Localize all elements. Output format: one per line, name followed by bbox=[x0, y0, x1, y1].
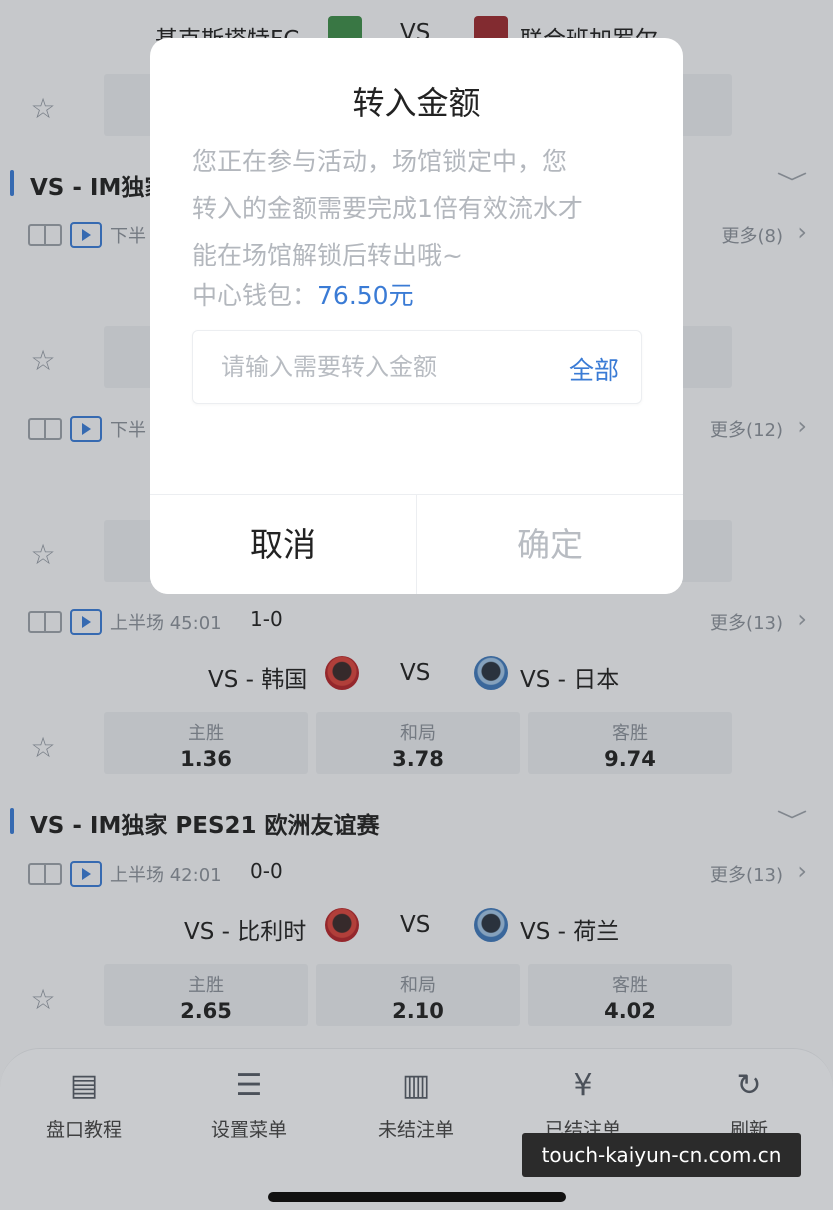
transfer-dialog: 转入金额 您正在参与活动，场馆锁定中，您 转入的金额需要完成1倍有效流水才 能在… bbox=[150, 38, 683, 594]
dialog-buttons: 取消 确定 bbox=[150, 494, 683, 594]
amount-input[interactable] bbox=[221, 331, 541, 403]
confirm-button[interactable]: 确定 bbox=[417, 495, 683, 594]
watermark: touch-kaiyun-cn.com.cn bbox=[522, 1133, 801, 1177]
notice-line: 能在场馆解锁后转出哦~ bbox=[192, 241, 463, 270]
home-indicator[interactable] bbox=[268, 1192, 566, 1202]
cancel-button[interactable]: 取消 bbox=[150, 495, 416, 594]
notice-line: 转入的金额需要完成1倍有效流水才 bbox=[192, 194, 583, 223]
all-amount-button[interactable]: 全部 bbox=[569, 351, 619, 387]
wallet-label: 中心钱包： bbox=[192, 281, 318, 310]
wallet-amount: 76.50元 bbox=[317, 281, 414, 310]
notice-line: 您正在参与活动，场馆锁定中，您 bbox=[192, 147, 568, 176]
amount-input-box: 全部 bbox=[192, 330, 642, 404]
wallet-balance: 中心钱包：76.50元 bbox=[192, 276, 414, 312]
lock-notice: 您正在参与活动，场馆锁定中，您 转入的金额需要完成1倍有效流水才 能在场馆解锁后… bbox=[192, 138, 652, 279]
dialog-title: 转入金额 bbox=[352, 84, 481, 122]
